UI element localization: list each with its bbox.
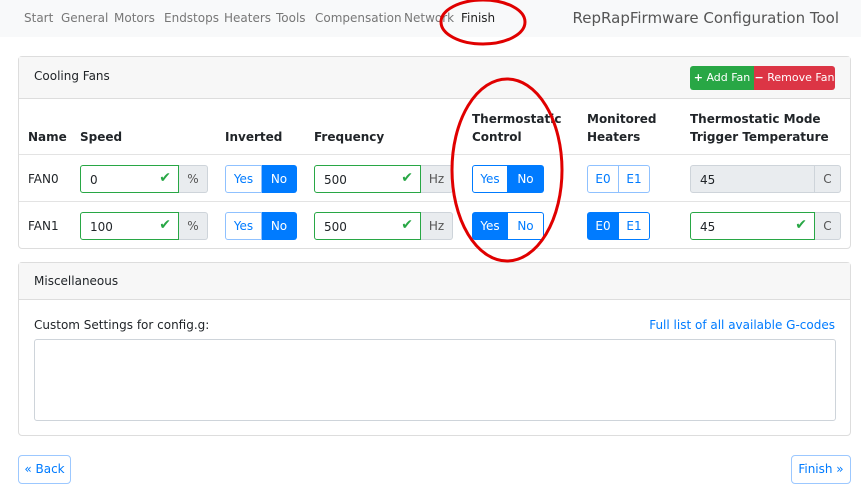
- speed-unit: %: [179, 165, 208, 193]
- trigger-unit: C: [815, 165, 841, 193]
- fan-name: FAN1: [28, 219, 59, 233]
- header-speed: Speed: [80, 130, 123, 144]
- nav-heaters[interactable]: Heaters: [224, 11, 271, 25]
- nav-tools[interactable]: Tools: [276, 11, 306, 25]
- nav-finish[interactable]: Finish: [461, 11, 495, 25]
- thermostatic-yes-toggle[interactable]: Yes: [472, 165, 508, 193]
- custom-settings-textarea[interactable]: [34, 339, 836, 421]
- card-title: Cooling Fans: [34, 69, 110, 83]
- check-icon: ✔: [401, 170, 413, 186]
- gcodes-link[interactable]: Full list of all available G-codes: [649, 318, 835, 332]
- back-button[interactable]: « Back: [18, 455, 71, 484]
- brand-title: RepRapFirmware Configuration Tool: [572, 9, 839, 27]
- nav-motors[interactable]: Motors: [114, 11, 155, 25]
- nav-start[interactable]: Start: [24, 11, 53, 25]
- misc-card: Miscellaneous Custom Settings for config…: [18, 262, 851, 436]
- speed-input[interactable]: 0 ✔: [80, 165, 179, 193]
- header-trigger: Thermostatic Mode Trigger Temperature: [690, 112, 829, 144]
- header-inverted: Inverted: [225, 130, 283, 144]
- fan-name: FAN0: [28, 172, 59, 186]
- plus-icon: +: [693, 71, 703, 84]
- thermostatic-no-toggle[interactable]: No: [508, 212, 544, 240]
- card-header: Cooling Fans + Add Fan − Remove Fan: [19, 57, 850, 99]
- trigger-unit: C: [815, 212, 841, 240]
- heater-e1-toggle[interactable]: E1: [619, 165, 650, 193]
- trigger-temperature-input: 45: [690, 165, 815, 193]
- minus-icon: −: [754, 71, 764, 84]
- divider: [19, 154, 850, 155]
- inverted-yes-toggle[interactable]: Yes: [225, 165, 262, 193]
- card-header: Miscellaneous: [19, 263, 850, 300]
- custom-settings-label: Custom Settings for config.g:: [34, 318, 210, 332]
- trigger-temperature-input[interactable]: 45 ✔: [690, 212, 815, 240]
- thermostatic-yes-toggle[interactable]: Yes: [472, 212, 508, 240]
- speed-input[interactable]: 100 ✔: [80, 212, 179, 240]
- header-monitored: Monitored Heaters: [587, 112, 657, 144]
- add-fan-button[interactable]: + Add Fan: [690, 66, 754, 90]
- nav-compensation[interactable]: Compensation: [315, 11, 402, 25]
- card-title: Miscellaneous: [34, 274, 119, 288]
- heater-e1-toggle[interactable]: E1: [619, 212, 650, 240]
- top-nav: Start General Motors Endstops Heaters To…: [0, 0, 861, 37]
- thermostatic-no-toggle[interactable]: No: [508, 165, 544, 193]
- heater-e0-toggle[interactable]: E0: [587, 165, 619, 193]
- remove-fan-button[interactable]: − Remove Fan: [754, 66, 835, 90]
- add-fan-label: Add Fan: [706, 71, 751, 84]
- check-icon: ✔: [795, 217, 807, 233]
- frequency-input[interactable]: 500 ✔: [314, 165, 421, 193]
- header-name: Name: [28, 130, 67, 144]
- inverted-no-toggle[interactable]: No: [262, 165, 297, 193]
- frequency-unit: Hz: [421, 165, 453, 193]
- cooling-fans-card: Cooling Fans + Add Fan − Remove Fan Name…: [18, 56, 851, 249]
- header-thermostatic: Thermostatic Control: [472, 112, 562, 144]
- frequency-unit: Hz: [421, 212, 453, 240]
- divider: [19, 201, 850, 202]
- remove-fan-label: Remove Fan: [767, 71, 835, 84]
- speed-unit: %: [179, 212, 208, 240]
- nav-endstops[interactable]: Endstops: [164, 11, 219, 25]
- check-icon: ✔: [159, 170, 171, 186]
- header-frequency: Frequency: [314, 130, 385, 144]
- finish-button[interactable]: Finish »: [791, 455, 851, 484]
- heater-e0-toggle[interactable]: E0: [587, 212, 619, 240]
- nav-general[interactable]: General: [61, 11, 108, 25]
- nav-network[interactable]: Network: [404, 11, 454, 25]
- inverted-yes-toggle[interactable]: Yes: [225, 212, 262, 240]
- check-icon: ✔: [159, 217, 171, 233]
- inverted-no-toggle[interactable]: No: [262, 212, 297, 240]
- frequency-input[interactable]: 500 ✔: [314, 212, 421, 240]
- check-icon: ✔: [401, 217, 413, 233]
